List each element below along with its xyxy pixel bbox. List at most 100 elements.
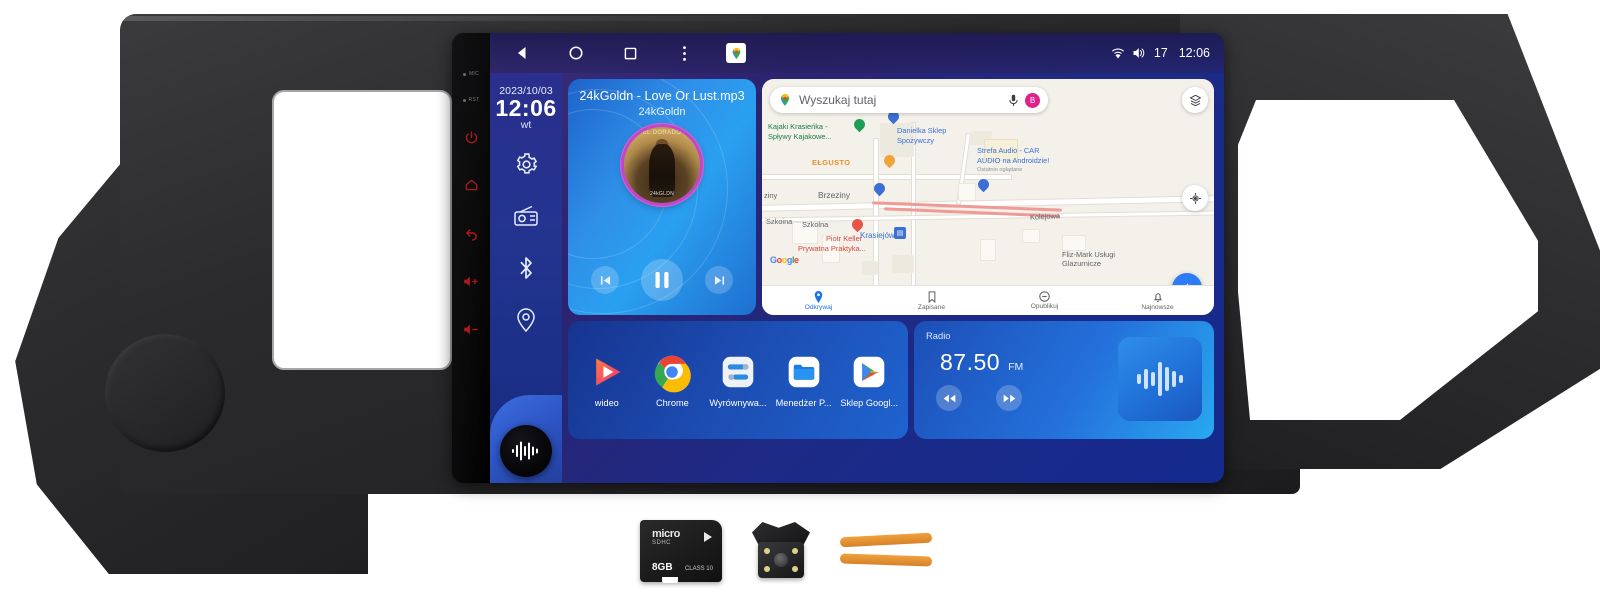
sidebar-item-navigation[interactable] (511, 305, 541, 335)
android-nav-buttons (490, 41, 746, 65)
bluetooth-icon (520, 257, 532, 279)
volume-up-key[interactable] (452, 257, 490, 305)
seek-forward-icon (1003, 394, 1015, 402)
map-label: Brzeziny (818, 190, 851, 200)
map-label: EŁGUSTO (812, 158, 851, 167)
music-transport-controls (568, 259, 756, 301)
map-label: Ostatnio oglądane (977, 167, 1023, 173)
radio-visualizer[interactable] (1118, 337, 1202, 421)
account-avatar[interactable]: B (1025, 92, 1040, 108)
map-nav-contribute[interactable]: Opublikuj (988, 291, 1101, 310)
explore-pin-icon (814, 290, 823, 303)
next-track-button[interactable] (705, 266, 733, 294)
video-player-icon (587, 352, 627, 392)
radio-seek-back-button[interactable] (936, 385, 962, 411)
app-shortcuts-card: wideo Chrome Wyrównywa... Menedżer P... … (568, 321, 908, 439)
radio-band: FM (1008, 361, 1024, 373)
power-key[interactable] (452, 113, 490, 161)
album-art-top-text: EL DORADO (642, 130, 682, 136)
radio-seek-forward-button[interactable] (996, 385, 1022, 411)
nav-recents-button[interactable] (618, 41, 642, 65)
map-pin-green[interactable] (851, 116, 868, 133)
map-surface[interactable]: ▤ Kajaki Krasieńka - Spływy Kajakowe... … (762, 79, 1214, 315)
map-pin-blue[interactable] (885, 108, 902, 125)
google-attribution: Google (770, 255, 799, 265)
map-label: Szkolna (802, 220, 829, 229)
app-label: Wyrównywa... (709, 398, 767, 408)
album-art-bottom-text: 24kGLDN (649, 191, 675, 197)
map-pin-orange[interactable] (881, 152, 898, 169)
google-maps-icon (780, 94, 790, 106)
sidebar-item-radio[interactable] (511, 201, 541, 231)
map-block (1062, 235, 1086, 251)
map-search-actions: B (1008, 92, 1040, 108)
nav-home-button[interactable] (564, 41, 588, 65)
previous-track-button[interactable] (591, 266, 619, 294)
track-title: 24kGoldn - Love Or Lust.mp3 (579, 89, 745, 103)
app-shortcut-wideo[interactable]: wideo (577, 352, 637, 408)
wifi-icon (1111, 48, 1124, 59)
camera-led (792, 566, 798, 572)
map-layers-button[interactable] (1182, 87, 1208, 113)
sd-direction-arrow (704, 532, 712, 542)
map-nav-updates[interactable]: Najnowsze (1101, 291, 1214, 311)
map-label: Danielka Sklep (897, 126, 947, 135)
status-indicators: 17 12:06 (1111, 46, 1224, 60)
dash-trim-knob-recess (105, 334, 225, 452)
touchscreen[interactable]: 17 12:06 2023/10/03 12:06 wt 24kGoldn - … (490, 33, 1224, 483)
dock-music-widget[interactable] (500, 425, 552, 477)
nav-maps-shortcut[interactable] (726, 43, 746, 63)
audio-waveform-icon (512, 441, 538, 461)
sd-type-label: SDHC (652, 540, 672, 546)
nav-back-button[interactable] (510, 41, 534, 65)
map-nav-label: Opublikuj (1030, 303, 1059, 310)
map-transit-badge[interactable]: ▤ (894, 227, 906, 239)
volume-down-key[interactable] (452, 305, 490, 353)
nav-overflow-button[interactable] (672, 41, 696, 65)
home-screen-content: 24kGoldn - Love Or Lust.mp3 24kGoldn EL … (562, 77, 1218, 477)
android-status-bar: 17 12:06 (490, 33, 1224, 73)
dock-time: 12:06 (495, 95, 557, 121)
app-shortcut-file-manager[interactable]: Menedżer P... (774, 352, 834, 408)
sd-class-label: CLASS 10 (684, 566, 713, 572)
head-unit: MIC RST 17 12:06 2023/10/03 12:06 wt 24k… (452, 33, 1224, 483)
home-key[interactable] (452, 161, 490, 209)
map-label: Glazurnicze (1062, 259, 1102, 268)
radio-card[interactable]: Radio 87.50 FM (914, 321, 1214, 439)
app-shortcut-equalizer[interactable]: Wyrównywa... (708, 352, 768, 408)
app-shortcut-chrome[interactable]: Chrome (642, 352, 702, 408)
google-maps-card[interactable]: ▤ Kajaki Krasieńka - Spływy Kajakowe... … (762, 79, 1214, 315)
play-pause-button[interactable] (641, 259, 683, 301)
equalizer-icon (718, 352, 758, 392)
map-layers-icon (1189, 94, 1201, 106)
audio-waveform-icon (1137, 362, 1183, 396)
microphone-icon[interactable] (1008, 94, 1019, 107)
map-search-bar[interactable]: Wyszukaj tutaj B (770, 87, 1048, 113)
sd-brand-label: micro (652, 528, 680, 540)
map-nav-explore[interactable]: Odkrywaj (762, 290, 875, 311)
map-nav-label: Zapisane (917, 303, 946, 311)
back-key[interactable] (452, 209, 490, 257)
map-pin-blue[interactable] (975, 176, 992, 193)
reset-label: RST (468, 97, 480, 103)
map-pin-blue[interactable] (871, 180, 888, 197)
file-manager-icon (784, 352, 824, 392)
music-player-card[interactable]: 24kGoldn - Love Or Lust.mp3 24kGoldn EL … (568, 79, 756, 315)
dock-icon-list (511, 149, 541, 335)
album-art: EL DORADO 24kGLDN (624, 127, 700, 203)
chrome-icon (652, 352, 692, 393)
map-block (980, 239, 996, 261)
app-shortcut-play-store[interactable]: Sklep Googl... (839, 352, 899, 408)
camera-led (764, 548, 770, 554)
camera-led (764, 566, 770, 572)
map-label: Spożywczy (897, 136, 934, 145)
app-label: Sklep Googl... (840, 398, 899, 408)
sd-notch (662, 577, 678, 583)
gear-icon (516, 152, 537, 174)
map-label: ziny (764, 191, 778, 200)
sidebar-item-bluetooth[interactable] (511, 253, 541, 283)
status-clock: 12:06 (1178, 46, 1210, 60)
map-nav-saved[interactable]: Zapisane (875, 290, 988, 311)
my-location-button[interactable] (1182, 185, 1208, 211)
sidebar-item-settings[interactable] (511, 149, 541, 179)
